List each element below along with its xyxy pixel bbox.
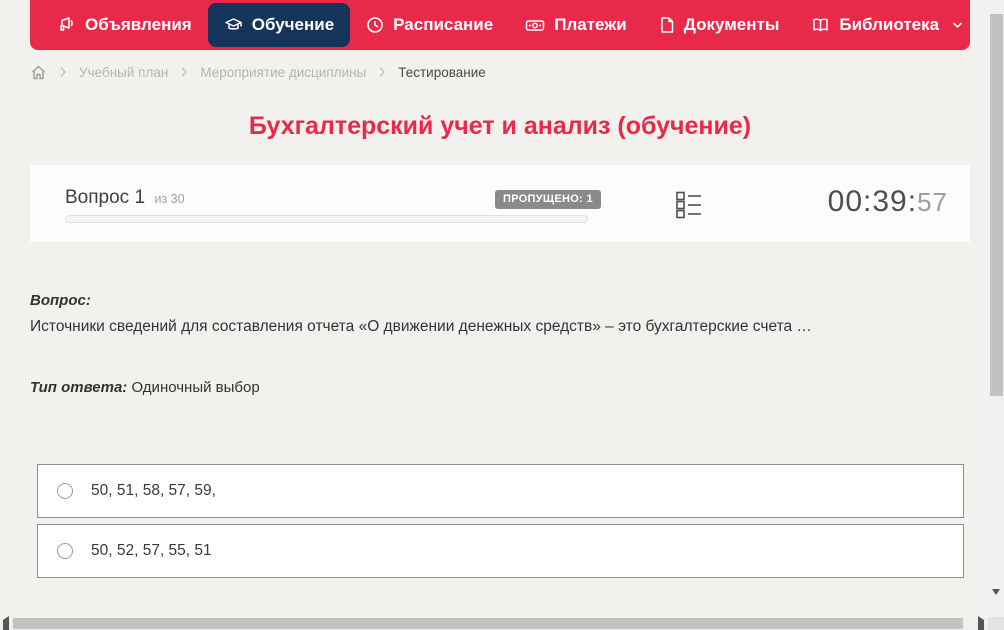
vertical-scrollbar-thumb[interactable]: [990, 14, 1003, 396]
nav-item-label: Объявления: [85, 15, 192, 34]
question-number: Вопрос 1 из 30: [65, 187, 185, 209]
radio-button[interactable]: [57, 543, 73, 559]
timer: 00:39:57: [828, 185, 948, 219]
breadcrumb-item-discipline-event[interactable]: Мероприятие дисциплины: [200, 65, 366, 80]
banknote-icon: [525, 16, 545, 34]
answer-option-1[interactable]: 50, 51, 58, 57, 59,: [37, 464, 964, 518]
breadcrumb-separator-icon: [378, 66, 386, 78]
vertical-scrollbar[interactable]: [988, 0, 1004, 617]
question-heading: Вопрос:: [30, 292, 91, 309]
main-navbar: Объявления Обучение Расписание Платежи Д…: [30, 0, 970, 50]
scroll-down-arrow-icon[interactable]: [992, 589, 1000, 613]
answer-type-value: Одиночный выбор: [131, 379, 260, 396]
radio-button[interactable]: [57, 483, 73, 499]
scroll-right-arrow-icon[interactable]: [978, 616, 984, 630]
breadcrumb-item-testing: Тестирование: [398, 64, 486, 80]
graduation-cap-icon: [224, 16, 243, 34]
breadcrumb-separator-icon: [180, 66, 188, 78]
question-total-label: из 30: [154, 192, 185, 206]
nav-item-label: Библиотека: [839, 15, 940, 34]
question-number-label: Вопрос 1: [65, 187, 146, 208]
nav-item-training[interactable]: Обучение: [207, 3, 351, 47]
chevron-down-icon: [952, 21, 963, 29]
answer-type: Тип ответа: Одиночный выбор: [30, 379, 260, 396]
megaphone-icon: [58, 16, 76, 34]
nav-item-label: Платежи: [554, 15, 627, 34]
answer-option-label: 50, 51, 58, 57, 59,: [91, 482, 216, 499]
question-text: Источники сведений для составления отчет…: [30, 318, 812, 335]
nav-item-documents[interactable]: Документы: [643, 0, 796, 50]
nav-item-label: Документы: [683, 15, 780, 34]
question-list-icon[interactable]: [676, 191, 702, 224]
scrollbar-corner: [988, 617, 1004, 630]
timer-hours-minutes: 00:39:: [827, 185, 918, 218]
nav-item-label: Обучение: [251, 15, 335, 34]
skipped-badge: ПРОПУЩЕНО: 1: [495, 190, 601, 209]
answer-option-label: 50, 52, 57, 55, 51: [91, 542, 212, 559]
nav-item-label: Расписание: [393, 15, 494, 34]
book-icon: [811, 16, 830, 34]
document-icon: [659, 16, 675, 34]
home-icon[interactable]: [30, 64, 47, 81]
horizontal-scrollbar-thumb[interactable]: [13, 618, 963, 629]
scroll-left-arrow-icon[interactable]: [3, 616, 9, 630]
nav-item-announcements[interactable]: Объявления: [42, 0, 208, 50]
breadcrumb: Учебный план Мероприятие дисциплины Тест…: [30, 61, 486, 83]
nav-item-schedule[interactable]: Расписание: [350, 0, 509, 50]
nav-item-library[interactable]: Библиотека: [795, 0, 979, 50]
timer-seconds: 57: [917, 187, 948, 217]
answer-option-2[interactable]: 50, 52, 57, 55, 51: [37, 524, 964, 578]
breadcrumb-separator-icon: [59, 66, 67, 78]
progress-bar: [65, 215, 588, 223]
breadcrumb-item-curriculum[interactable]: Учебный план: [79, 65, 168, 80]
answer-type-label: Тип ответа:: [30, 379, 128, 396]
horizontal-scrollbar[interactable]: [0, 616, 988, 630]
clock-icon: [366, 16, 384, 34]
nav-item-payments[interactable]: Платежи: [509, 0, 643, 50]
page-title: Бухгалтерский учет и анализ (обучение): [248, 112, 752, 140]
question-header-card: Вопрос 1 из 30 ПРОПУЩЕНО: 1 00:39:57: [30, 165, 970, 242]
